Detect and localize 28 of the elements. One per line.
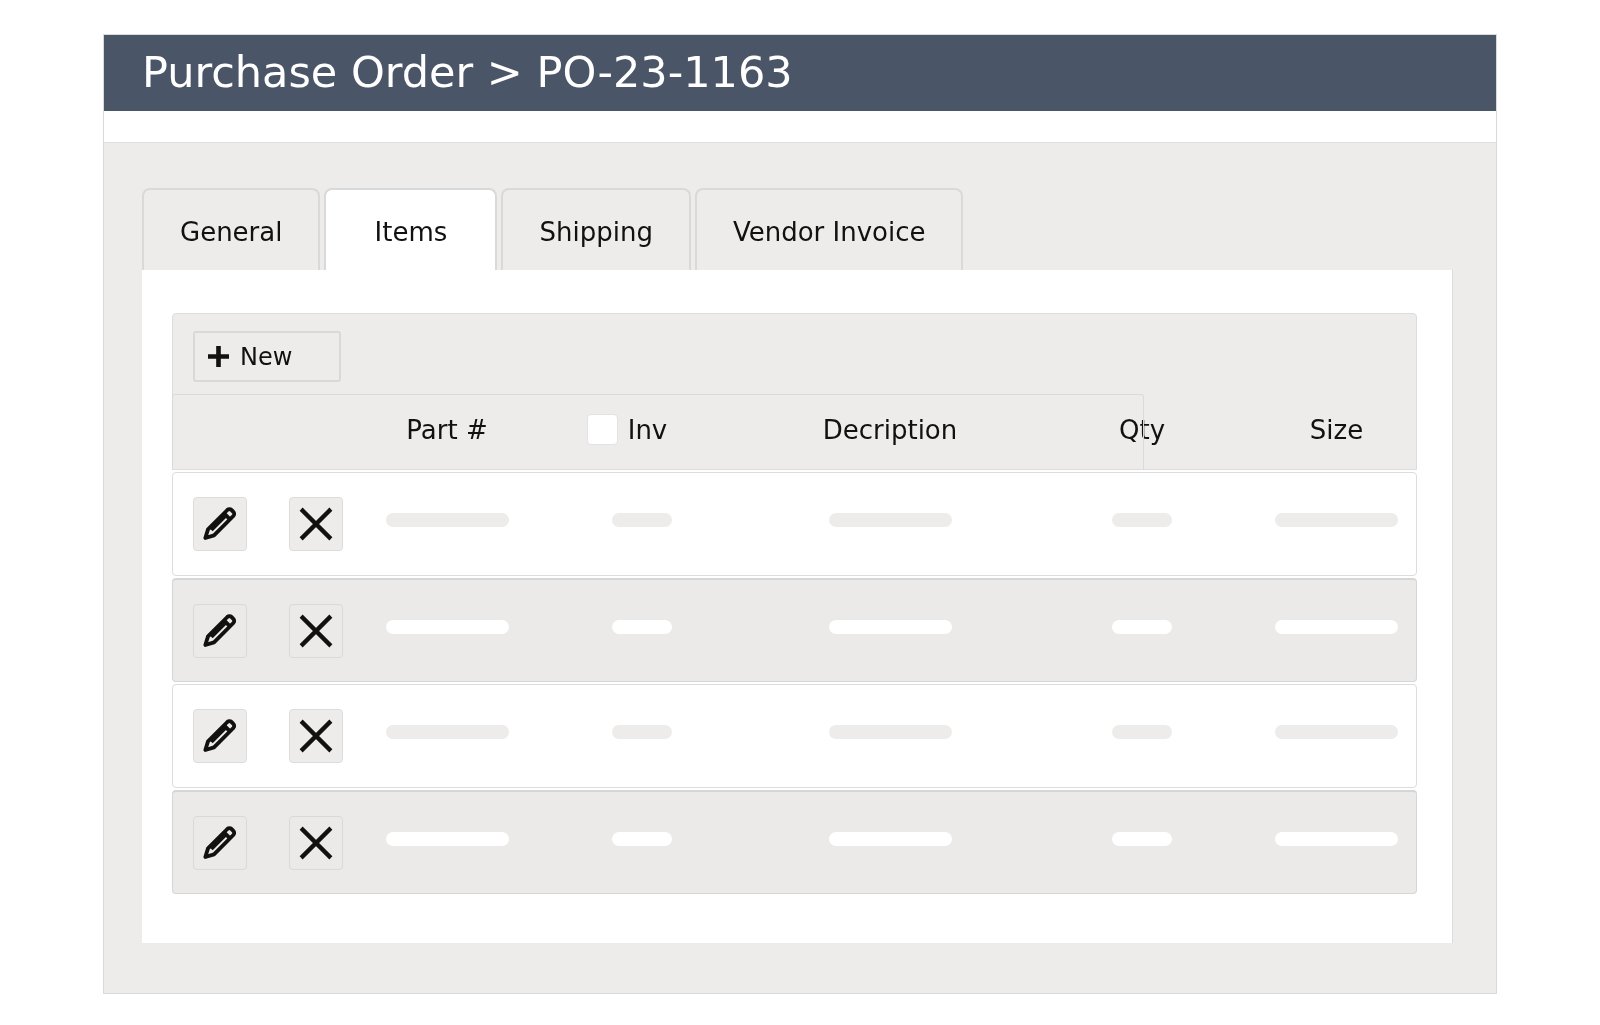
checkbox[interactable] [586, 414, 618, 445]
tab[interactable]: General [142, 188, 321, 270]
close-icon [299, 719, 333, 753]
delete-button[interactable] [289, 815, 343, 870]
column-header: Part # [406, 414, 488, 445]
plus-icon [208, 346, 229, 367]
tab[interactable]: Shipping [501, 188, 691, 270]
column-header: Inv [627, 414, 668, 445]
pencil-icon [203, 613, 237, 648]
delete-button[interactable] [289, 709, 343, 763]
column-header: Decription [822, 414, 958, 445]
column-header: Size [1309, 414, 1364, 445]
close-icon [299, 825, 333, 860]
delete-button[interactable] [289, 497, 343, 551]
window-title: Purchase Order > PO-23-1163 [142, 48, 793, 98]
edit-button[interactable] [193, 709, 247, 763]
tab[interactable]: Items [324, 188, 498, 270]
delete-button[interactable] [289, 603, 343, 658]
pencil-icon [203, 825, 237, 860]
edit-button[interactable] [193, 497, 247, 551]
new-button[interactable]: New [193, 331, 341, 382]
close-icon [299, 507, 333, 541]
edit-button[interactable] [193, 815, 247, 870]
close-icon [299, 613, 333, 648]
tab[interactable]: Vendor Invoice [694, 188, 964, 270]
pencil-icon [203, 507, 237, 541]
edit-button[interactable] [193, 603, 247, 658]
pencil-icon [203, 719, 237, 753]
